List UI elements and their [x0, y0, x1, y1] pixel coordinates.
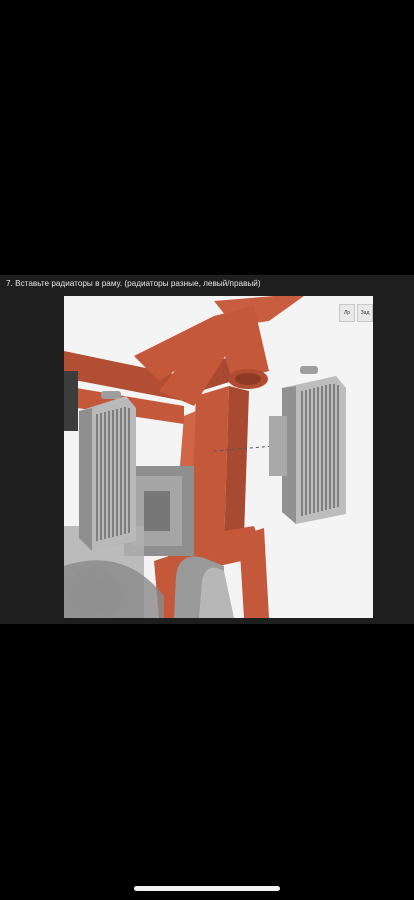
view-cube-left-face[interactable]: Лр: [339, 304, 355, 322]
home-indicator[interactable]: [134, 886, 280, 891]
screen: 7. Вставьте радиаторы в раму. (радиаторы…: [0, 0, 414, 900]
frame-radiator-drawing: [64, 296, 373, 618]
view-cube-right-face[interactable]: Зад: [357, 304, 373, 322]
assembly-illustration: Лр Зад: [64, 296, 373, 618]
instruction-step: 7. Вставьте радиаторы в раму. (радиаторы…: [0, 275, 414, 624]
view-cube[interactable]: Лр Зад: [339, 304, 373, 322]
step-caption: 7. Вставьте радиаторы в раму. (радиаторы…: [6, 279, 261, 288]
